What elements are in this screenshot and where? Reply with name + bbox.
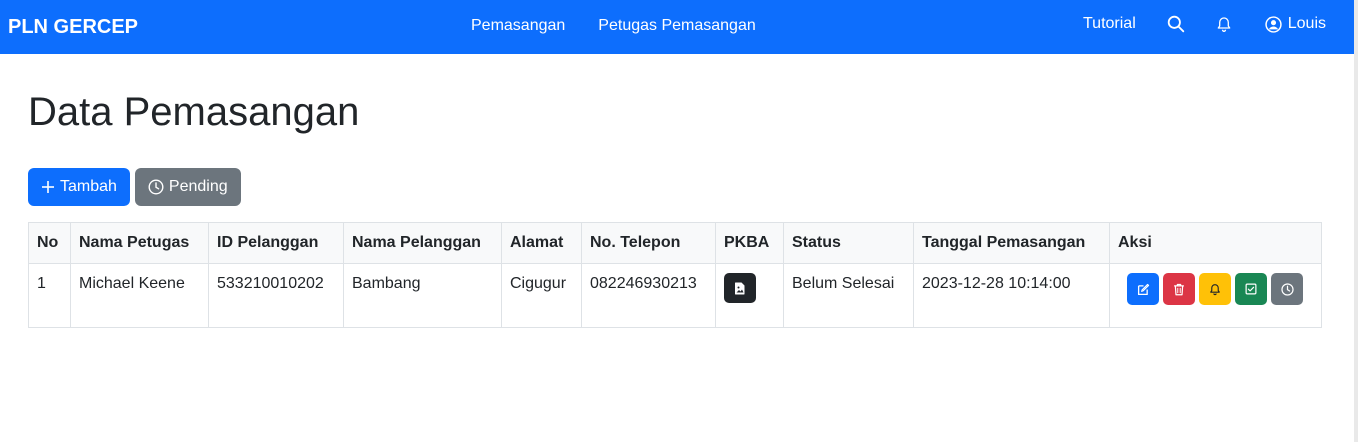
- image-file-icon: [735, 282, 745, 294]
- nav-link-petugas-pemasangan[interactable]: Petugas Pemasangan: [598, 17, 755, 35]
- table-header-row: No Nama Petugas ID Pelanggan Nama Pelang…: [28, 222, 1322, 264]
- cell-no: 1: [28, 263, 71, 328]
- user-menu[interactable]: Louis: [1264, 14, 1326, 34]
- bell-icon: [1210, 283, 1220, 295]
- user-circle-icon: [1264, 14, 1284, 34]
- col-header-no: No: [28, 222, 71, 264]
- col-header-id-pelanggan: ID Pelanggan: [208, 222, 344, 264]
- nav-link-pemasangan[interactable]: Pemasangan: [471, 17, 565, 35]
- cell-alamat: Cigugur: [501, 263, 582, 328]
- user-name: Louis: [1287, 15, 1326, 32]
- col-header-nama-pelanggan: Nama Pelanggan: [343, 222, 502, 264]
- cell-pkba: [715, 263, 784, 328]
- col-header-no-telepon: No. Telepon: [581, 222, 716, 264]
- col-header-tanggal: Tanggal Pemasangan: [913, 222, 1110, 264]
- col-header-nama-petugas: Nama Petugas: [70, 222, 209, 264]
- cell-tanggal: 2023-12-28 10:14:00: [913, 263, 1110, 328]
- cell-aksi: [1109, 263, 1322, 328]
- cell-id-pelanggan: 533210010202: [208, 263, 344, 328]
- pending-action-button[interactable]: [1271, 273, 1303, 305]
- cell-status: Belum Selesai: [783, 263, 914, 328]
- edit-icon: [1137, 283, 1149, 295]
- clock-icon: [148, 179, 164, 195]
- check-square-icon: [1245, 283, 1257, 295]
- navbar: PLN GERCEP Pemasangan Petugas Pemasangan…: [0, 0, 1354, 54]
- nav-links: Pemasangan Petugas Pemasangan: [471, 17, 756, 35]
- col-header-status: Status: [783, 222, 914, 264]
- edit-button[interactable]: [1127, 273, 1159, 305]
- action-buttons: Tambah Pending: [28, 168, 241, 206]
- bell-icon[interactable]: [1214, 14, 1234, 34]
- table-row: 1 Michael Keene 533210010202 Bambang Cig…: [28, 263, 1322, 328]
- col-header-alamat: Alamat: [501, 222, 582, 264]
- page-title: Data Pemasangan: [28, 90, 360, 134]
- nav-right: Tutorial Louis: [1083, 14, 1326, 34]
- trash-icon: [1174, 283, 1184, 295]
- scrollbar[interactable]: [1354, 0, 1358, 442]
- col-header-aksi: Aksi: [1109, 222, 1322, 264]
- search-icon[interactable]: [1166, 14, 1186, 34]
- delete-button[interactable]: [1163, 273, 1195, 305]
- cell-nama-pelanggan: Bambang: [343, 263, 502, 328]
- plus-icon: [42, 181, 54, 193]
- pkba-view-button[interactable]: [724, 273, 756, 303]
- tambah-button[interactable]: Tambah: [28, 168, 130, 206]
- notify-button[interactable]: [1199, 273, 1231, 305]
- pending-label: Pending: [168, 178, 228, 195]
- cell-no-telepon: 082246930213: [581, 263, 716, 328]
- tambah-label: Tambah: [60, 178, 117, 195]
- aksi-buttons: [1118, 273, 1313, 305]
- pending-button[interactable]: Pending: [134, 168, 241, 206]
- cell-nama-petugas: Michael Keene: [70, 263, 209, 328]
- col-header-pkba: PKBA: [715, 222, 784, 264]
- brand-logo[interactable]: PLN GERCEP: [8, 16, 138, 39]
- clock-icon: [1280, 282, 1294, 296]
- data-table: No Nama Petugas ID Pelanggan Nama Pelang…: [28, 222, 1322, 328]
- nav-link-tutorial[interactable]: Tutorial: [1083, 15, 1136, 33]
- complete-button[interactable]: [1235, 273, 1267, 305]
